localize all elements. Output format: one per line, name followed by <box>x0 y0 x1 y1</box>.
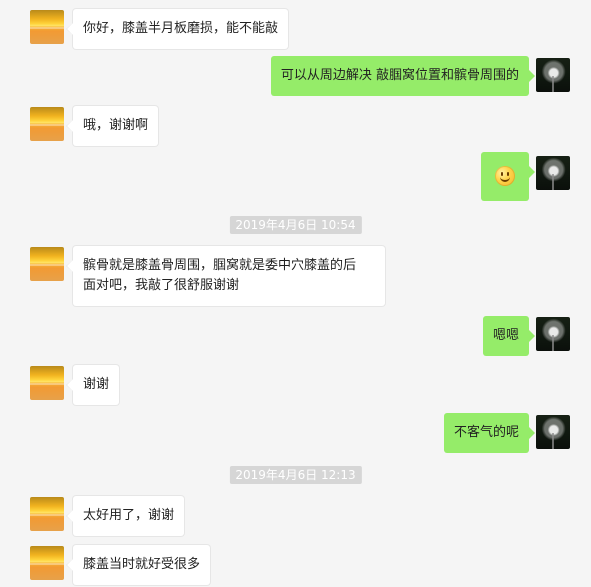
message-text: 太好用了，谢谢 <box>83 508 175 523</box>
message-text: 可以从周边解决 敲腘窝位置和髌骨周围的 <box>280 68 519 83</box>
timestamp-badge: 2019年4月6日 10:54 <box>229 216 362 234</box>
emoji-mouth <box>500 175 510 182</box>
outgoing-message-bubble[interactable]: 嗯嗯 <box>482 316 536 356</box>
self-avatar[interactable] <box>536 156 570 190</box>
incoming-message-bubble[interactable]: 你好，膝盖半月板磨损，能不能敲 <box>65 9 289 49</box>
incoming-message-bubble[interactable]: 哦，谢谢啊 <box>65 106 159 146</box>
incoming-message-bubble[interactable]: 髌骨就是膝盖骨周围，腘窝就是委中穴膝盖的后 面对吧，我敲了很舒服谢谢 <box>66 246 385 306</box>
message-text: 你好，膝盖半月板磨损，能不能敲 <box>83 21 279 36</box>
outgoing-message-bubble[interactable]: 不客气的呢 <box>443 413 536 453</box>
contact-avatar[interactable] <box>30 546 64 580</box>
timestamp-badge: 2019年4月6日 12:13 <box>229 466 362 484</box>
contact-avatar[interactable] <box>30 366 64 400</box>
contact-avatar[interactable] <box>30 247 64 281</box>
self-avatar[interactable] <box>536 415 570 449</box>
message-text: 谢谢 <box>83 377 110 392</box>
contact-avatar[interactable] <box>30 107 64 141</box>
message-text: 膝盖当时就好受很多 <box>83 557 201 572</box>
contact-avatar[interactable] <box>30 10 64 44</box>
outgoing-emoji-bubble[interactable] <box>481 152 535 201</box>
self-avatar[interactable] <box>536 317 570 351</box>
chat-view: 你好，膝盖半月板磨损，能不能敲 可以从周边解决 敲腘窝位置和髌骨周围的 哦，谢谢… <box>0 0 591 587</box>
message-text-line-2: 面对吧，我敲了很舒服谢谢 <box>83 278 240 293</box>
outgoing-message-bubble[interactable]: 可以从周边解决 敲腘窝位置和髌骨周围的 <box>270 56 536 96</box>
message-text: 不客气的呢 <box>453 425 519 440</box>
self-avatar[interactable] <box>536 58 570 92</box>
message-text: 哦，谢谢啊 <box>83 118 149 133</box>
contact-avatar[interactable] <box>30 497 64 531</box>
incoming-message-bubble[interactable]: 谢谢 <box>65 365 120 405</box>
incoming-message-bubble[interactable]: 太好用了，谢谢 <box>65 496 185 536</box>
timestamp-text: 2019年4月6日 10:54 <box>235 218 356 232</box>
incoming-message-bubble[interactable]: 膝盖当时就好受很多 <box>65 545 211 585</box>
message-text-line-1: 髌骨就是膝盖骨周围，腘窝就是委中穴膝盖的后 <box>83 258 357 273</box>
timestamp-text: 2019年4月6日 12:13 <box>235 468 356 482</box>
smile-icon <box>495 166 515 186</box>
message-text: 嗯嗯 <box>492 328 519 343</box>
